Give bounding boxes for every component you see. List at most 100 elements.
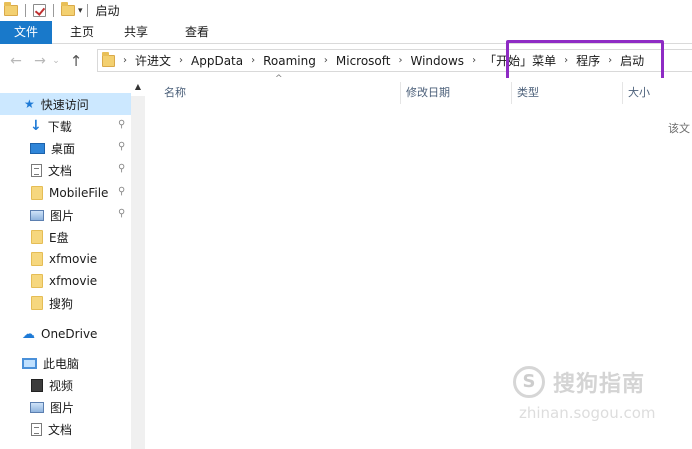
chevron-right-icon: ›	[398, 55, 403, 66]
sidebar-item-pictures-2[interactable]: 图片	[30, 396, 74, 418]
sidebar-item-label: 下载	[47, 119, 72, 134]
folder-icon	[4, 2, 18, 16]
pin-icon: ⚲	[118, 186, 126, 197]
tab-home[interactable]: 主页	[52, 21, 112, 44]
sidebar-item-e-drive[interactable]: E盘	[31, 226, 69, 248]
sidebar-item-label: xfmovie	[49, 274, 98, 288]
toolbar-separator	[86, 4, 88, 17]
folder-icon	[31, 274, 43, 288]
address-row: ← → ⌄ ↑ › 许进文 › AppData › Roaming › Micr…	[0, 45, 692, 76]
sidebar-item-label: E盘	[49, 230, 69, 245]
sidebar-item-label: 此电脑	[43, 356, 80, 371]
pin-icon: ⚲	[118, 163, 126, 174]
chevron-right-icon: ›	[179, 55, 184, 66]
sidebar-item-label: 视频	[49, 378, 74, 393]
column-header-date-modified[interactable]: 修改日期	[406, 84, 450, 100]
address-bar[interactable]: › 许进文 › AppData › Roaming › Microsoft › …	[97, 49, 692, 72]
sidebar-item-label: OneDrive	[41, 327, 98, 341]
chevron-right-icon: ›	[123, 55, 127, 66]
sidebar-item-mobilefile[interactable]: MobileFile	[31, 182, 108, 204]
customize-quick-access-icon[interactable]: ▾	[78, 6, 83, 16]
sidebar-item-pictures[interactable]: 图片	[30, 204, 74, 226]
desktop-icon	[30, 142, 45, 154]
scrollbar-track[interactable]	[131, 96, 145, 449]
sidebar-item-label: 图片	[50, 208, 75, 223]
ribbon-tabs: 文件 主页 共享 查看	[0, 21, 692, 44]
sidebar-item-videos[interactable]: 视频	[31, 374, 73, 396]
tab-share[interactable]: 共享	[112, 21, 160, 44]
new-folder-icon[interactable]	[61, 2, 75, 16]
pictures-icon	[30, 401, 44, 413]
folder-icon	[31, 230, 43, 244]
watermark-url: zhinan.sogou.com	[519, 404, 656, 422]
forward-icon[interactable]: →	[30, 51, 50, 71]
up-icon[interactable]: ↑	[66, 51, 86, 71]
sidebar-item-documents-2[interactable]: 文档	[31, 418, 72, 440]
sidebar-item-label: xfmovie	[49, 252, 98, 266]
sidebar-item-this-pc[interactable]: 此电脑	[22, 352, 79, 374]
sidebar-item-label: 文档	[48, 422, 73, 437]
pin-icon: ⚲	[118, 208, 126, 219]
sidebar-item-onedrive[interactable]: ☁ OneDrive	[22, 323, 97, 345]
download-icon: ↓	[30, 118, 42, 134]
breadcrumb-start-menu[interactable]: 「开始」菜单	[484, 52, 556, 69]
folder-icon	[31, 252, 43, 266]
breadcrumb-appdata[interactable]: AppData	[191, 54, 243, 68]
breadcrumb-startup[interactable]: 启动	[620, 52, 644, 69]
window-title: 启动	[95, 4, 120, 18]
toolbar-separator	[25, 4, 26, 17]
sidebar-item-label: 桌面	[51, 141, 76, 156]
toolbar-separator	[53, 4, 54, 17]
cloud-icon: ☁	[22, 326, 35, 342]
document-icon	[31, 422, 42, 436]
breadcrumb-roaming[interactable]: Roaming	[263, 54, 316, 68]
sort-ascending-icon: ^	[275, 74, 283, 84]
sidebar-item-sogou[interactable]: 搜狗	[31, 292, 73, 314]
title-bar: ▾ 启动	[0, 0, 692, 21]
folder-icon	[31, 186, 43, 200]
column-header-name[interactable]: 名称	[164, 84, 186, 100]
sidebar-item-label: 快速访问	[40, 97, 89, 112]
sidebar-item-downloads[interactable]: ↓ 下载	[30, 115, 72, 137]
pictures-icon	[30, 209, 44, 221]
tab-view[interactable]: 查看	[160, 21, 234, 44]
pin-icon: ⚲	[118, 141, 126, 152]
chevron-right-icon: ›	[564, 55, 569, 66]
back-icon[interactable]: ←	[6, 51, 26, 71]
column-header-type[interactable]: 类型	[517, 84, 539, 100]
sidebar-item-label: MobileFile	[49, 186, 109, 200]
breadcrumb-windows[interactable]: Windows	[410, 54, 464, 68]
recent-locations-icon[interactable]: ⌄	[50, 51, 62, 71]
column-divider[interactable]	[400, 82, 401, 104]
sidebar-item-xfmovie[interactable]: xfmovie	[31, 248, 97, 270]
document-icon	[31, 163, 42, 177]
column-divider[interactable]	[622, 82, 623, 104]
chevron-right-icon: ›	[472, 55, 477, 66]
column-header-size[interactable]: 大小	[628, 84, 650, 100]
column-divider[interactable]	[511, 82, 512, 104]
sidebar-item-desktop[interactable]: 桌面	[30, 137, 75, 159]
sidebar-item-label: 图片	[50, 400, 75, 415]
sidebar-item-quick-access[interactable]: ★ 快速访问	[0, 93, 131, 115]
pin-icon: ⚲	[118, 119, 126, 130]
sidebar-item-label: 文档	[48, 163, 73, 178]
star-icon: ★	[24, 97, 35, 111]
breadcrumb-user[interactable]: 许进文	[135, 52, 171, 69]
sidebar-item-label: 搜狗	[49, 296, 74, 311]
breadcrumb-microsoft[interactable]: Microsoft	[336, 54, 391, 68]
breadcrumb-programs[interactable]: 程序	[576, 52, 600, 69]
folder-icon	[102, 51, 115, 67]
watermark-text: 搜狗指南	[553, 372, 646, 397]
sidebar-item-xfmovie-2[interactable]: xfmovie	[31, 270, 97, 292]
chevron-right-icon: ›	[251, 55, 256, 66]
video-icon	[31, 378, 43, 392]
tab-file[interactable]: 文件	[0, 21, 52, 44]
empty-folder-message: 该文	[668, 122, 690, 135]
folder-icon	[31, 296, 43, 310]
properties-icon[interactable]	[33, 4, 46, 17]
chevron-right-icon: ›	[608, 55, 613, 66]
sidebar-item-documents[interactable]: 文档	[31, 159, 72, 181]
computer-icon	[22, 357, 37, 369]
scroll-up-icon[interactable]: ▲	[131, 78, 145, 96]
chevron-right-icon: ›	[323, 55, 328, 66]
